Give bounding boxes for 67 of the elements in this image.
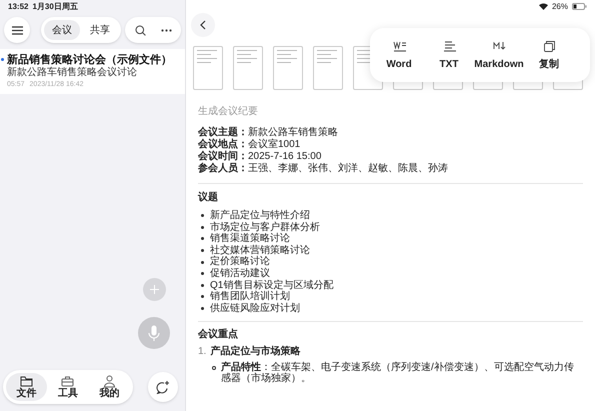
highlight-point: 产品特性：全碳车架、电子变速系统（序列变速/补偿变速）、可选配空气动力传感器（市场独家）。 (221, 362, 575, 384)
page-thumbnail[interactable] (193, 46, 223, 90)
microphone-icon (148, 324, 160, 342)
bullet-icon (212, 366, 216, 370)
nav-tab[interactable]: 文件 (6, 373, 48, 401)
status-time: 13:52 (8, 0, 28, 12)
agenda-item: 定价策略讨论 (210, 256, 270, 268)
bullet-icon (201, 260, 204, 264)
bullet-icon (201, 237, 204, 240)
page-thumbnail[interactable] (233, 46, 263, 90)
info-line: 会议时间：2025-7-16 15:00 (198, 151, 322, 162)
agenda-item: 市场定位与客户群体分析 (210, 222, 320, 233)
agenda-item: 社交媒体营销策略讨论 (210, 244, 310, 256)
agenda-item: 销售团队培训计划 (210, 291, 290, 302)
bullet-icon (201, 295, 204, 298)
bullet-icon (201, 272, 204, 276)
agenda-item: 新产品定位与特性介绍 (210, 210, 310, 222)
folder-icon (20, 375, 34, 388)
export-option[interactable]: TXT (426, 40, 472, 70)
bullet-icon (201, 284, 204, 287)
export-option[interactable]: Word (376, 40, 422, 70)
bullet-icon (201, 307, 204, 310)
add-button[interactable] (143, 278, 166, 301)
nav-tab[interactable]: 我的 (88, 373, 130, 401)
word-icon (392, 40, 406, 53)
tab[interactable]: 会议 (44, 20, 80, 40)
status-date: 1月30日周五 (32, 0, 78, 12)
agenda-item: 促销活动建议 (210, 268, 270, 280)
record-button[interactable] (138, 317, 170, 349)
bullet-icon (201, 226, 204, 229)
highlight-title: 产品定位与市场策略 (210, 346, 300, 358)
agenda-item: 销售渠道策略讨论 (210, 233, 290, 244)
nav-tab[interactable]: 工具 (47, 373, 89, 401)
bullet-icon (201, 249, 204, 252)
section-caption: 生成会议纪要 (198, 106, 259, 118)
section-heading: 会议重点 (198, 329, 239, 342)
list-number: 1. (198, 346, 206, 358)
info-line: 会议主题：新款公路车销售策略 (198, 127, 339, 138)
agenda-item: Q1销售目标设定与区域分配 (210, 280, 334, 291)
battery-level: 26% (552, 0, 568, 12)
bullet-icon (201, 214, 204, 218)
export-option[interactable]: Markdown (476, 40, 522, 70)
person-icon (102, 375, 116, 388)
agenda-item: 供应链风险应对计划 (210, 302, 300, 314)
section-heading: 议题 (198, 192, 219, 204)
battery-icon (572, 3, 587, 10)
new-chat-button[interactable] (148, 372, 178, 402)
copy-icon (542, 40, 556, 53)
file-subtitle: 新款公路车销售策略会议讨论 (7, 67, 138, 79)
menu-button[interactable] (4, 17, 30, 43)
search-icon (134, 24, 146, 36)
menu-icon (12, 26, 22, 34)
back-button[interactable] (191, 13, 215, 37)
export-option[interactable]: 复制 (526, 40, 572, 70)
more-icon (160, 28, 172, 32)
toolbox-icon (61, 375, 74, 388)
wifi-icon (538, 3, 548, 10)
chat-plus-icon (156, 380, 170, 394)
page-thumbnail[interactable] (273, 46, 303, 90)
page-thumbnail[interactable] (313, 46, 343, 90)
file-title: 新品销售策略讨论会（示例文件） (7, 53, 173, 66)
plus-icon (150, 285, 159, 294)
chevron-left-icon (200, 20, 206, 30)
tab[interactable]: 共享 (82, 20, 118, 40)
info-line: 会议地点：会议室1001 (198, 139, 302, 150)
txt-icon (442, 40, 456, 53)
info-line: 参会人员：王强、李娜、张伟、刘洋、赵敏、陈晨、孙涛 (198, 163, 449, 175)
